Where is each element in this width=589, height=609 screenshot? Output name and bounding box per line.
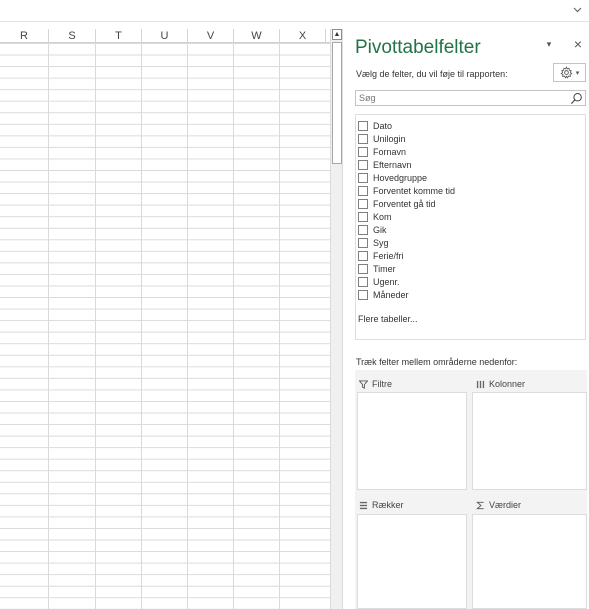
field-label: Ferie/fri: [373, 251, 404, 261]
rows-drop-zone[interactable]: [357, 514, 467, 609]
pivot-fields-pane: Pivottabelfelter ▾ × Vælg de felter, du …: [345, 22, 589, 609]
field-checkbox[interactable]: [358, 160, 368, 170]
pane-options-chevron-icon[interactable]: ▾: [543, 38, 555, 50]
values-zone-title: Værdier: [476, 498, 521, 512]
columns-zone-label: Kolonner: [489, 379, 526, 389]
rows-zone-title: Rækker: [359, 498, 404, 512]
scrollbar-thumb[interactable]: [332, 42, 342, 164]
field-item-hovedgruppe[interactable]: Hovedgruppe: [358, 172, 427, 184]
search-box[interactable]: [355, 90, 586, 106]
pane-close-icon[interactable]: ×: [571, 37, 585, 51]
field-label: Kom: [373, 212, 392, 222]
values-drop-zone[interactable]: [472, 514, 587, 609]
field-checkbox[interactable]: [358, 186, 368, 196]
column-header-v[interactable]: V: [188, 29, 234, 43]
field-checkbox[interactable]: [358, 147, 368, 157]
tools-caret-icon: ▾: [575, 69, 580, 77]
field-item-forventet-gaa-tid[interactable]: Forventet gå tid: [358, 198, 436, 210]
filters-drop-zone[interactable]: [357, 392, 467, 490]
tools-button[interactable]: ▾: [553, 63, 586, 82]
column-header-t[interactable]: T: [96, 29, 142, 43]
filters-zone-label: Filtre: [372, 379, 392, 389]
gear-icon: [560, 66, 573, 79]
search-input[interactable]: [359, 92, 569, 104]
cell-area[interactable]: [0, 43, 330, 609]
column-headers: R S T U V W X: [0, 29, 330, 43]
field-item-forventet-komme-tid[interactable]: Forventet komme tid: [358, 185, 455, 197]
search-icon[interactable]: [570, 92, 583, 105]
field-label: Ugenr.: [373, 277, 400, 287]
ribbon-bar: [0, 0, 589, 22]
field-item-gik[interactable]: Gik: [358, 224, 387, 236]
column-header-u[interactable]: U: [142, 29, 188, 43]
ribbon-collapse-chevron-icon[interactable]: [571, 5, 583, 15]
field-checkbox[interactable]: [358, 290, 368, 300]
column-header-x[interactable]: X: [280, 29, 326, 43]
field-checkbox[interactable]: [358, 134, 368, 144]
more-tables-link[interactable]: Flere tabeller...: [358, 314, 418, 324]
column-header-r[interactable]: R: [0, 29, 49, 43]
field-item-kom[interactable]: Kom: [358, 211, 392, 223]
field-checkbox[interactable]: [358, 225, 368, 235]
worksheet-grid[interactable]: R S T U V W X: [0, 29, 330, 609]
columns-icon: [476, 380, 485, 388]
field-checkbox[interactable]: [358, 173, 368, 183]
column-header-w[interactable]: W: [234, 29, 280, 43]
field-label: Hovedgruppe: [373, 173, 428, 183]
field-item-unilogin[interactable]: Unilogin: [358, 133, 406, 145]
column-header-s[interactable]: S: [49, 29, 96, 43]
field-item-efternavn[interactable]: Efternavn: [358, 159, 412, 171]
values-zone-label: Værdier: [489, 500, 522, 510]
field-item-ugenr[interactable]: Ugenr.: [358, 276, 400, 288]
field-checkbox[interactable]: [358, 277, 368, 287]
rows-icon: [359, 501, 368, 509]
field-label: Fornavn: [373, 147, 407, 157]
field-item-maaneder[interactable]: Måneder: [358, 289, 409, 301]
field-label: Forventet komme tid: [373, 186, 456, 196]
columns-drop-zone[interactable]: [472, 392, 587, 490]
pane-title: Pivottabelfelter: [355, 37, 481, 58]
filter-icon: [359, 379, 368, 389]
areas-hint: Træk felter mellem områderne nedenfor:: [356, 357, 518, 367]
filters-zone-title: Filtre: [359, 377, 392, 391]
field-label: Måneder: [373, 290, 409, 300]
field-label: Unilogin: [373, 134, 406, 144]
field-checkbox[interactable]: [358, 251, 368, 261]
sigma-icon: [476, 501, 484, 509]
field-item-ferie-fri[interactable]: Ferie/fri: [358, 250, 404, 262]
field-label: Gik: [373, 225, 387, 235]
field-item-fornavn[interactable]: Fornavn: [358, 146, 406, 158]
field-label: Dato: [373, 121, 393, 131]
scroll-up-arrow-icon[interactable]: ▲: [332, 29, 342, 40]
field-checkbox[interactable]: [358, 264, 368, 274]
field-label: Forventet gå tid: [373, 199, 436, 209]
field-label: Efternavn: [373, 160, 412, 170]
pane-subtitle: Vælg de felter, du vil føje til rapporte…: [356, 69, 508, 79]
field-item-dato[interactable]: Dato: [358, 120, 392, 132]
field-checkbox[interactable]: [358, 199, 368, 209]
field-checkbox[interactable]: [358, 121, 368, 131]
field-checkbox[interactable]: [358, 238, 368, 248]
field-label: Syg: [373, 238, 389, 248]
field-item-syg[interactable]: Syg: [358, 237, 389, 249]
field-item-timer[interactable]: Timer: [358, 263, 396, 275]
field-checkbox[interactable]: [358, 212, 368, 222]
rows-zone-label: Rækker: [372, 500, 404, 510]
field-list[interactable]: Dato Unilogin Fornavn Efternavn Hovedgru…: [355, 114, 586, 340]
columns-zone-title: Kolonner: [476, 377, 525, 391]
vertical-scrollbar[interactable]: ▲: [330, 29, 343, 609]
field-label: Timer: [373, 264, 396, 274]
